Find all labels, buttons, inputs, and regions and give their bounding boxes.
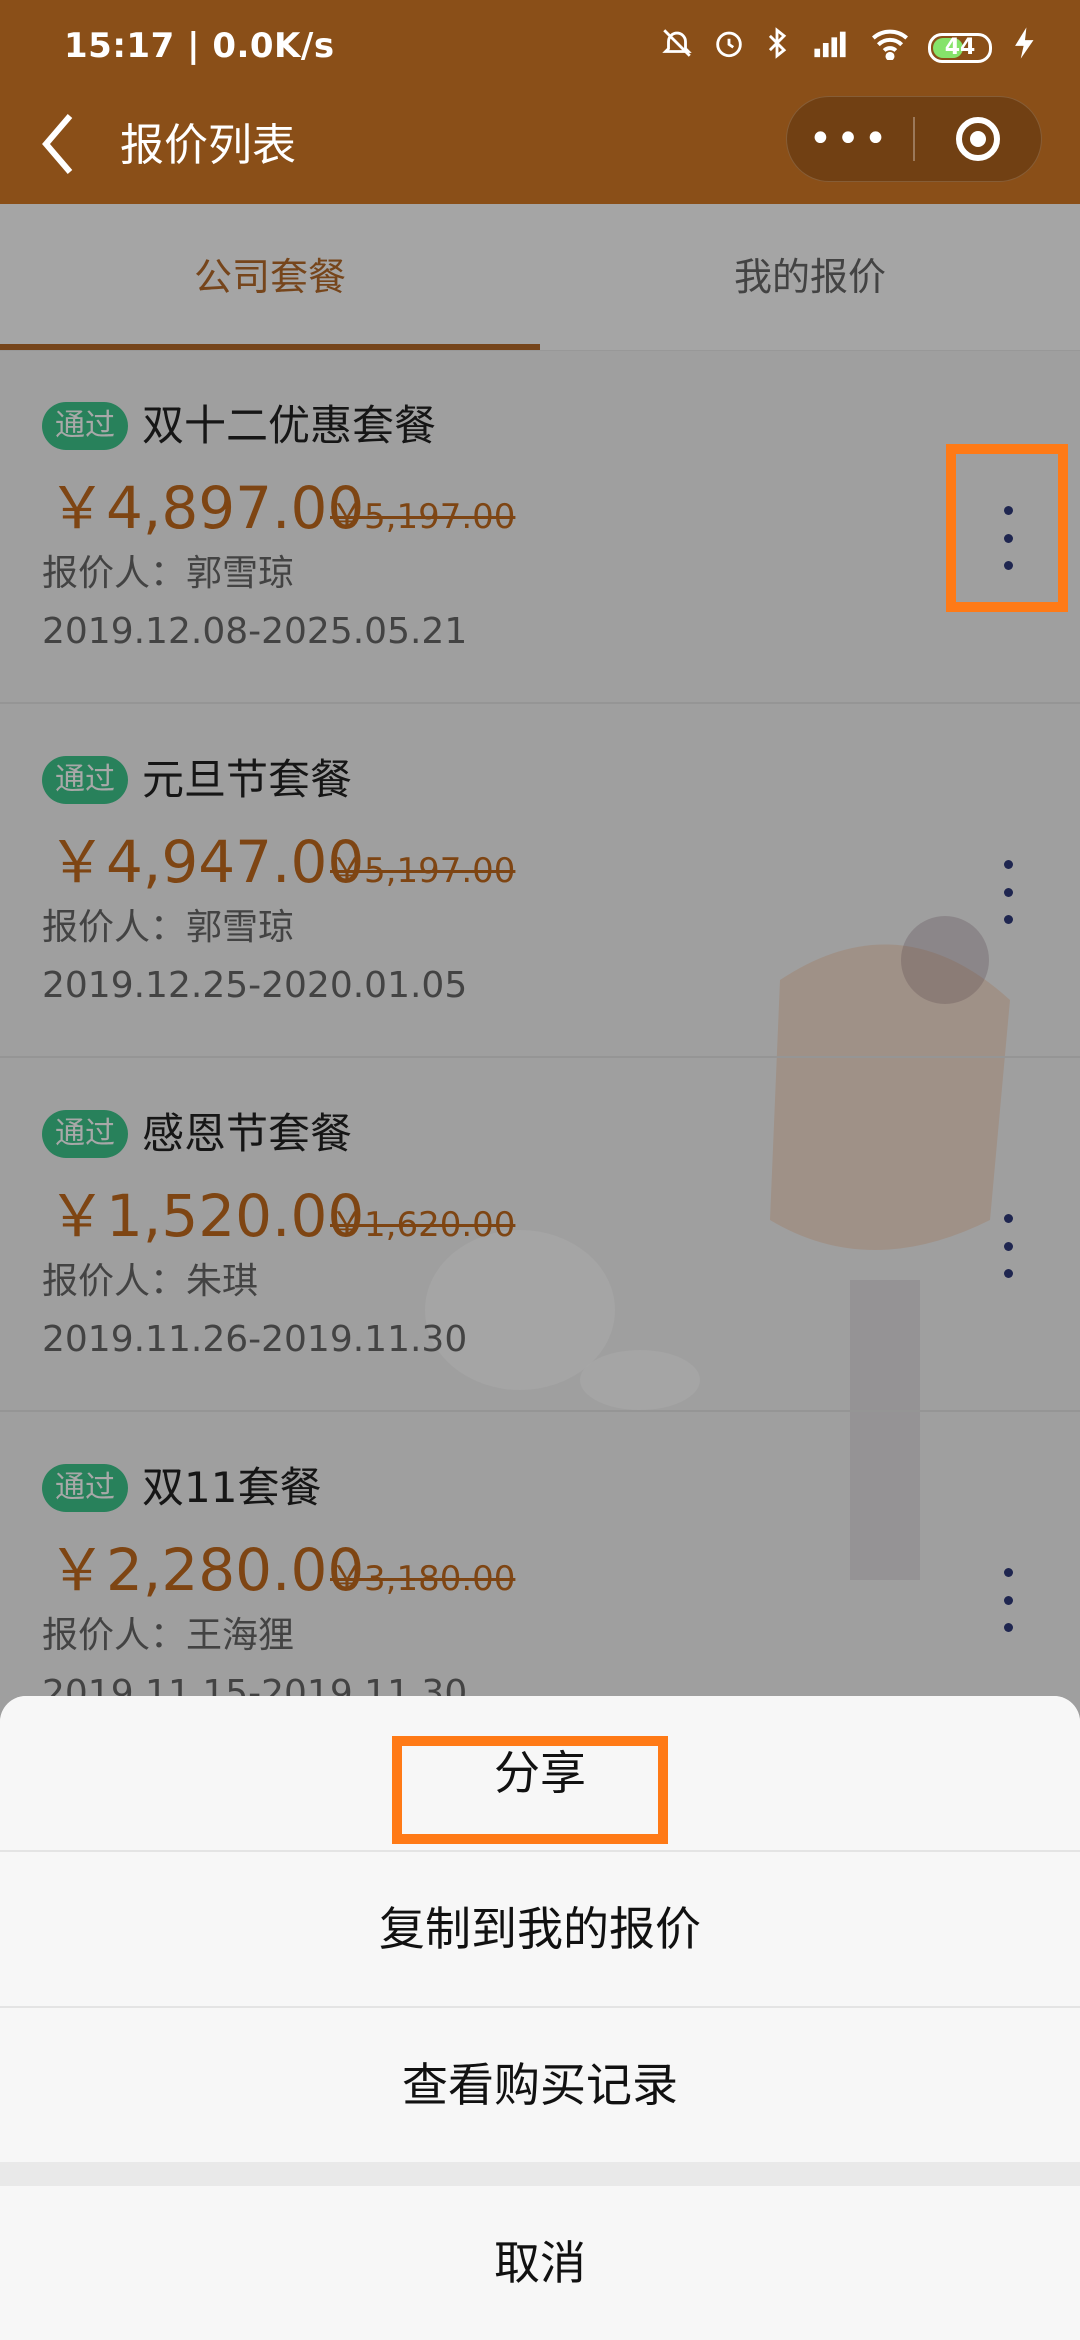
alarm-icon (712, 26, 746, 69)
battery-level: 44 (944, 34, 976, 60)
bluetooth-icon (764, 26, 790, 69)
chevron-left-icon (42, 114, 73, 174)
target-circle-icon (955, 117, 1000, 161)
cancel-option[interactable]: 取消 (0, 2186, 1080, 2340)
view-purchase-records-option[interactable]: 查看购买记录 (0, 2008, 1080, 2162)
mute-bell-icon (660, 26, 694, 69)
more-menu-button[interactable]: ••• (787, 116, 913, 162)
status-time: 15:17 | 0.0K/s (64, 26, 335, 66)
status-bar: 15:17 | 0.0K/s 44 (0, 0, 1080, 96)
sheet-gap (0, 2162, 1080, 2186)
mini-program-capsule: ••• (786, 96, 1042, 182)
hd-signal-icon (808, 26, 852, 69)
back-button[interactable] (38, 112, 98, 182)
status-icons: 44 (660, 26, 1040, 69)
app-header: 15:17 | 0.0K/s 44 报价列表 ••• (0, 0, 1080, 204)
close-mini-program-button[interactable] (915, 117, 1041, 161)
battery-icon: 44 (928, 32, 992, 63)
charging-icon (1010, 26, 1040, 69)
page-title: 报价列表 (120, 120, 296, 171)
highlight-more-icon (946, 444, 1068, 612)
highlight-share-option (392, 1736, 668, 1844)
copy-to-my-quotes-option[interactable]: 复制到我的报价 (0, 1852, 1080, 2006)
nav-bar: 报价列表 ••• (0, 96, 1080, 204)
wifi-icon (870, 26, 910, 69)
